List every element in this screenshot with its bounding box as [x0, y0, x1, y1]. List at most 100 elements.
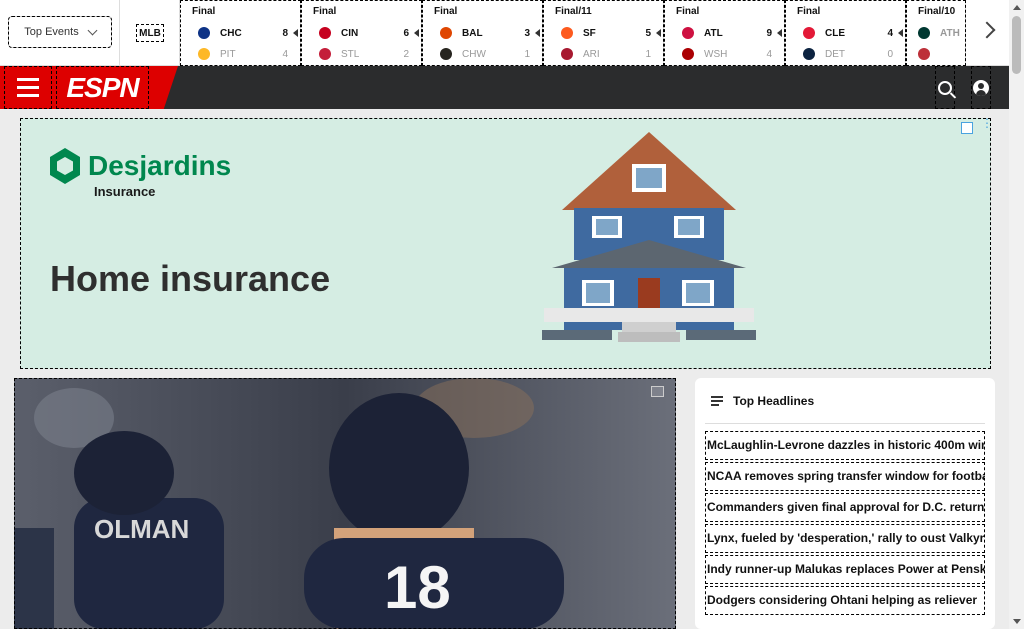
headline-link[interactable]: Dodgers considering Ohtani helping as re…: [705, 586, 985, 615]
game-card-5[interactable]: Final ATL 9 WSH 4: [664, 0, 785, 66]
team-score: 5: [645, 27, 651, 39]
svg-text:OLMAN: OLMAN: [94, 514, 189, 544]
game-status: Final/11: [555, 6, 592, 17]
giants-logo-icon: [561, 27, 573, 39]
game-status: Final: [434, 6, 458, 17]
headline-link[interactable]: Indy runner-up Malukas replaces Power at…: [705, 555, 985, 584]
diamondbacks-logo-icon: [561, 48, 573, 60]
home-team-row: PIT 4: [198, 47, 288, 61]
home-team-row: [918, 47, 965, 61]
top-events-section: Top Events: [0, 0, 120, 66]
nationals-logo-icon: [682, 48, 694, 60]
reds-logo-icon: [319, 27, 331, 39]
team-abbr: CIN: [341, 27, 359, 39]
team-abbr: BAL: [462, 27, 483, 39]
pirates-logo-icon: [198, 48, 210, 60]
team-score: 8: [282, 27, 288, 39]
top-nav: ESPN: [0, 66, 1009, 109]
top-events-label: Top Events: [24, 26, 79, 38]
winner-indicator-icon: [898, 29, 903, 37]
game-status: Final: [797, 6, 821, 17]
team-score: 9: [766, 27, 772, 39]
ad-banner[interactable]: Desjardins Insurance Home insurance ⋮: [20, 118, 991, 369]
menu-button[interactable]: [4, 66, 52, 109]
league-mlb-link[interactable]: MLB: [136, 24, 164, 42]
team-score: 4: [282, 48, 288, 60]
game-status: Final: [313, 6, 337, 17]
adchoices-icon[interactable]: [961, 122, 973, 134]
winner-indicator-icon: [293, 29, 298, 37]
away-team-row: CHC 8: [198, 26, 288, 40]
league-section: MLB: [120, 0, 180, 66]
hamburger-line: [17, 86, 39, 89]
ad-brand: Desjardins: [50, 148, 231, 184]
team-abbr: CLE: [825, 27, 845, 39]
top-headlines-header: Top Headlines: [711, 394, 814, 408]
top-headlines-panel: Top Headlines McLaughlin-Levrone dazzles…: [695, 378, 995, 629]
away-team-row: ATH: [918, 26, 965, 40]
team-abbr: SF: [583, 27, 596, 39]
scroll-up-icon[interactable]: [1013, 5, 1021, 10]
home-team-row: WSH 4: [682, 47, 772, 61]
game-status: Final: [676, 6, 700, 17]
game-card-1[interactable]: Final CHC 8 PIT 4: [180, 0, 301, 66]
scoreboard-strip: Top Events MLB Final CHC 8 PIT 4 Final C…: [0, 0, 1009, 66]
chevron-down-icon: [87, 25, 98, 35]
list-icon: [711, 396, 723, 406]
game-card-2[interactable]: Final CIN 6 STL 2: [301, 0, 422, 66]
top-headlines-title: Top Headlines: [733, 394, 815, 408]
away-team-row: ATL 9: [682, 26, 772, 40]
home-team-row: CHW 1: [440, 47, 530, 61]
ad-headline: Home insurance: [50, 258, 331, 299]
image-icon: [651, 386, 664, 397]
headline-link[interactable]: Commanders given final approval for D.C.…: [705, 493, 985, 522]
away-team-row: CLE 4: [803, 26, 893, 40]
game-card-4[interactable]: Final/11 SF 5 ARI 1: [543, 0, 664, 66]
desjardins-logo-icon: [50, 148, 80, 184]
tigers-logo-icon: [803, 48, 815, 60]
search-button[interactable]: [935, 66, 955, 109]
svg-text:18: 18: [384, 554, 451, 621]
athletics-logo-icon: [918, 27, 930, 39]
guardians-logo-icon: [803, 27, 815, 39]
team-score: 0: [887, 48, 893, 60]
away-team-row: SF 5: [561, 26, 651, 40]
hamburger-line: [17, 94, 39, 97]
scrollbar-thumb[interactable]: [1012, 16, 1021, 74]
scroll-down-icon[interactable]: [1013, 619, 1021, 624]
team-abbr: ARI: [583, 48, 600, 60]
ad-menu-icon[interactable]: ⋮: [981, 118, 991, 133]
winner-indicator-icon: [414, 29, 419, 37]
profile-button[interactable]: [971, 66, 991, 109]
team-score: 4: [887, 27, 893, 39]
chevron-right-icon[interactable]: [978, 21, 996, 39]
game-card-3[interactable]: Final BAL 3 CHW 1: [422, 0, 543, 66]
winner-indicator-icon: [656, 29, 661, 37]
espn-logo[interactable]: ESPN: [56, 66, 149, 109]
cardinals-logo-icon: [319, 48, 331, 60]
hamburger-icon: [17, 78, 39, 81]
divider: [705, 423, 985, 424]
scoreboard-next-area: [966, 0, 1009, 65]
page-scrollbar[interactable]: [1009, 0, 1024, 629]
hero-story-image[interactable]: OLMAN 18: [14, 378, 676, 629]
headline-link[interactable]: Lynx, fueled by 'desperation,' rally to …: [705, 524, 985, 553]
top-events-dropdown[interactable]: Top Events: [8, 16, 112, 48]
away-team-row: CIN 6: [319, 26, 409, 40]
user-icon: [973, 79, 989, 96]
team-score: 2: [403, 48, 409, 60]
team-abbr: DET: [825, 48, 845, 60]
braves-logo-icon: [682, 27, 694, 39]
team-score: 4: [766, 48, 772, 60]
search-icon: [938, 80, 952, 95]
headline-link[interactable]: NCAA removes spring transfer window for …: [705, 462, 985, 491]
game-card-7[interactable]: Final/10 ATH: [906, 0, 966, 66]
away-team-row: BAL 3: [440, 26, 530, 40]
white-sox-logo-icon: [440, 48, 452, 60]
orioles-logo-icon: [440, 27, 452, 39]
team-score: 1: [645, 48, 651, 60]
cubs-logo-icon: [198, 27, 210, 39]
headline-link[interactable]: McLaughlin-Levrone dazzles in historic 4…: [705, 431, 985, 460]
game-card-6[interactable]: Final CLE 4 DET 0: [785, 0, 906, 66]
team-score: 1: [524, 48, 530, 60]
